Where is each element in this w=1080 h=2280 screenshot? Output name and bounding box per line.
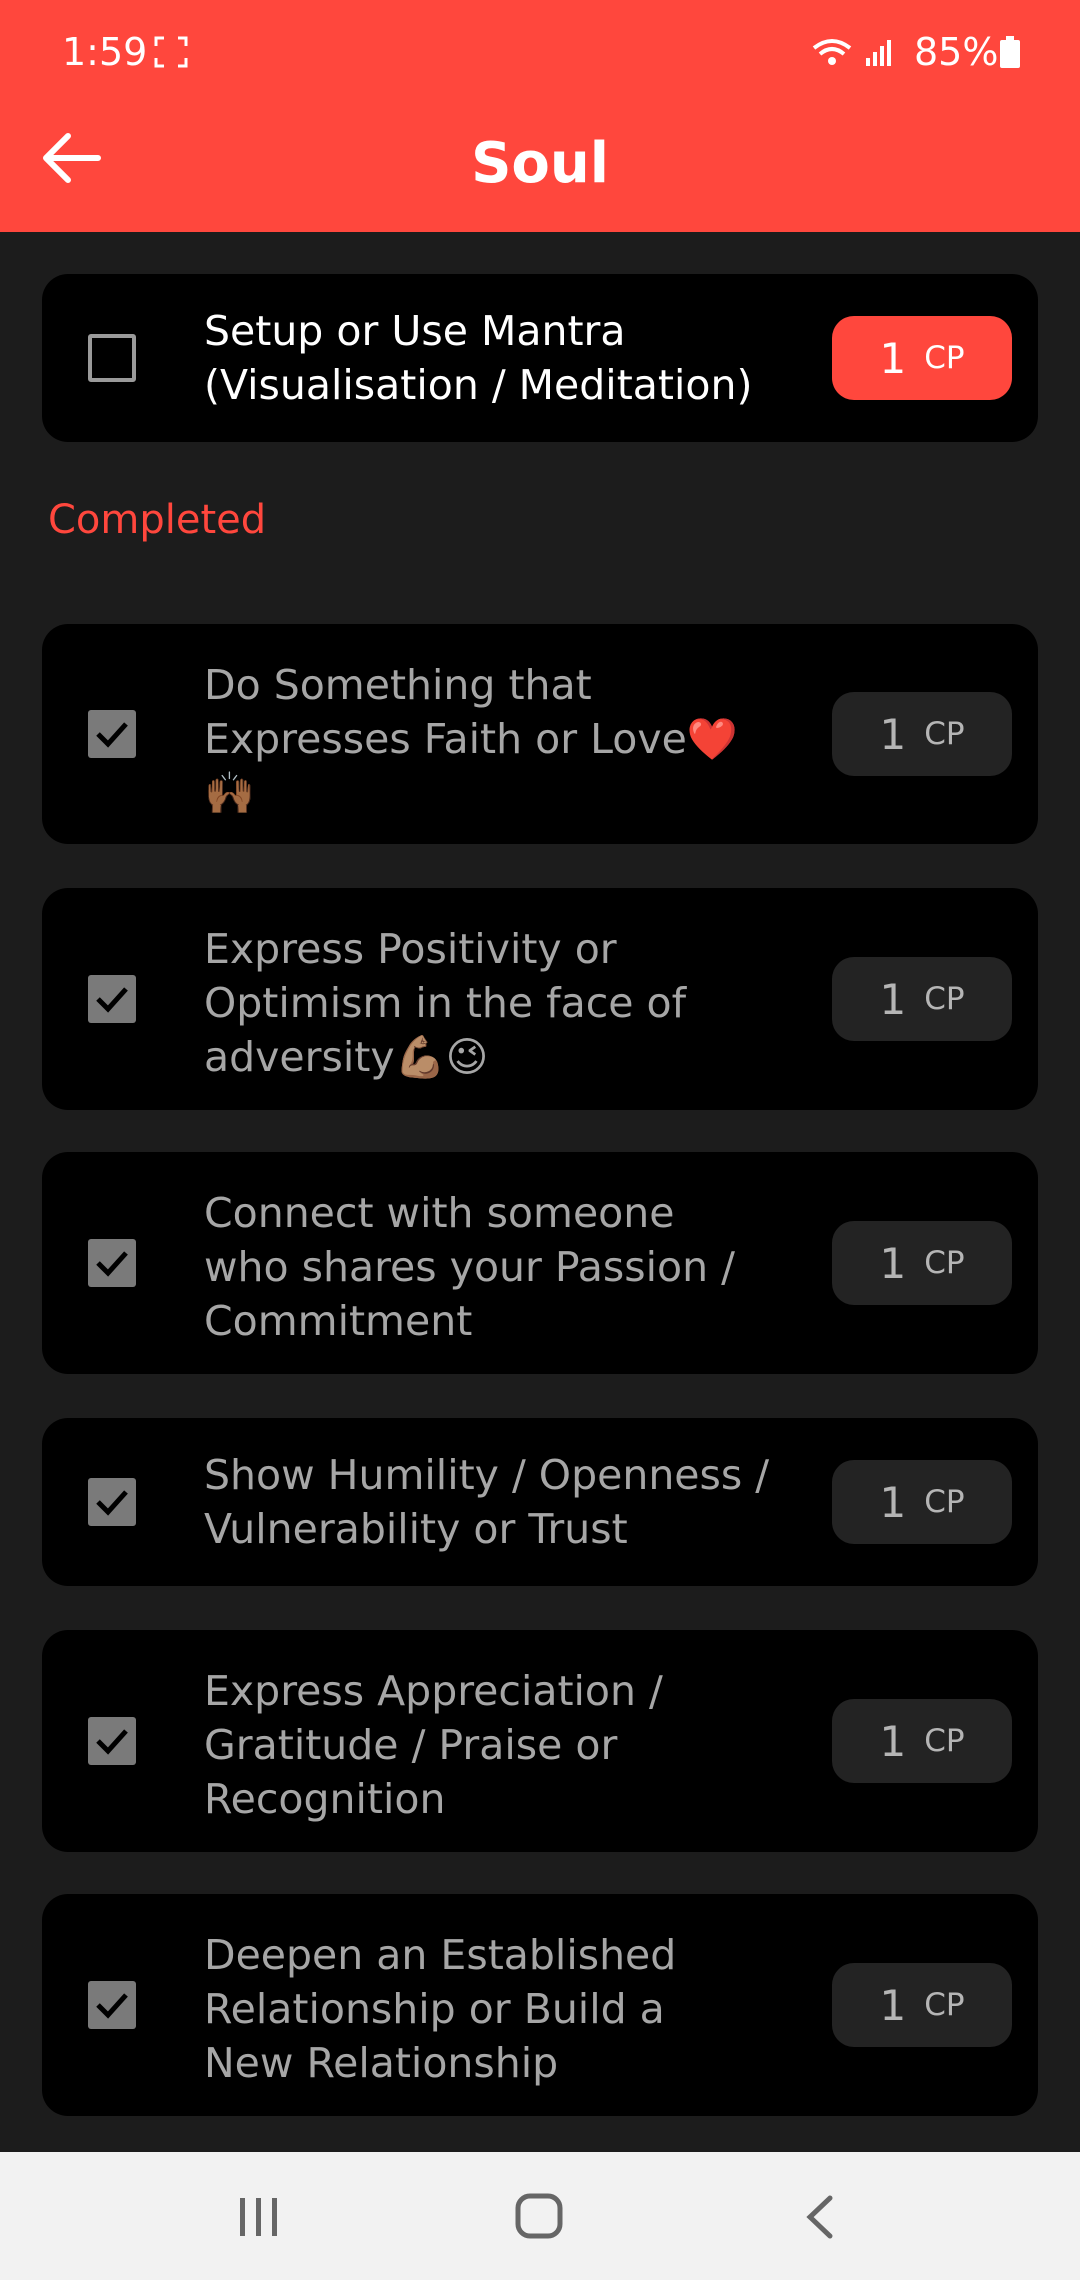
points-unit: CP — [924, 981, 965, 1017]
points-value: 1 — [879, 1980, 907, 2030]
task-checkbox[interactable] — [88, 1981, 136, 2029]
task-checkbox[interactable] — [88, 710, 136, 758]
task-label: Express Positivity or Optimism in the fa… — [204, 925, 687, 1081]
task-label: Connect with someone who shares your Pas… — [204, 1189, 735, 1345]
task-checkbox[interactable] — [88, 1717, 136, 1765]
page-title: Soul — [471, 131, 609, 196]
task-label: Do Something that Expresses Faith or Lov… — [204, 661, 738, 817]
task-checkbox[interactable] — [88, 334, 136, 382]
task-card-completed[interactable]: Do Something that Expresses Faith or Lov… — [42, 624, 1038, 844]
screenshot-icon — [154, 36, 188, 68]
task-label: Show Humility / Openness / Vulnerability… — [204, 1451, 770, 1553]
points-unit: CP — [924, 1245, 965, 1281]
status-time: 1:59 — [62, 30, 148, 74]
signal-icon — [866, 40, 891, 66]
task-card-pending[interactable]: Setup or Use Mantra (Visualisation / Med… — [42, 274, 1038, 442]
system-navigation-bar — [0, 2152, 1080, 2280]
points-badge: 1 CP — [832, 1460, 1012, 1544]
task-label: Deepen an Established Relationship or Bu… — [204, 1931, 677, 2087]
points-badge: 1 CP — [832, 692, 1012, 776]
wifi-icon — [812, 39, 852, 65]
points-badge: 1 CP — [832, 1221, 1012, 1305]
points-unit: CP — [924, 1987, 965, 2023]
points-badge: 1 CP — [832, 1963, 1012, 2047]
task-card-completed[interactable]: Deepen an Established Relationship or Bu… — [42, 1894, 1038, 2116]
task-card-completed[interactable]: Express Appreciation / Gratitude / Prais… — [42, 1630, 1038, 1852]
points-value: 1 — [879, 1477, 907, 1527]
home-icon[interactable] — [512, 2192, 568, 2242]
points-value: 1 — [879, 1716, 907, 1766]
points-unit: CP — [924, 340, 965, 376]
battery-icon — [1000, 36, 1020, 68]
check-icon — [96, 1729, 128, 1755]
recent-apps-icon[interactable] — [234, 2194, 284, 2240]
points-badge: 1 CP — [832, 957, 1012, 1041]
battery-percent: 85% — [914, 30, 999, 74]
task-card-completed[interactable]: Express Positivity or Optimism in the fa… — [42, 888, 1038, 1110]
task-label: Setup or Use Mantra (Visualisation / Med… — [204, 307, 753, 409]
task-card-completed[interactable]: Connect with someone who shares your Pas… — [42, 1152, 1038, 1374]
points-badge: 1 CP — [832, 316, 1012, 400]
task-label: Express Appreciation / Gratitude / Prais… — [204, 1667, 663, 1823]
completed-section-label: Completed — [48, 497, 267, 543]
points-value: 1 — [879, 709, 907, 759]
task-checkbox[interactable] — [88, 1478, 136, 1526]
points-badge: 1 CP — [832, 1699, 1012, 1783]
check-icon — [96, 1993, 128, 2019]
check-icon — [96, 1490, 128, 1516]
points-unit: CP — [924, 716, 965, 752]
task-checkbox[interactable] — [88, 975, 136, 1023]
points-value: 1 — [879, 974, 907, 1024]
check-icon — [96, 722, 128, 748]
points-value: 1 — [879, 1238, 907, 1288]
task-card-completed[interactable]: Show Humility / Openness / Vulnerability… — [42, 1418, 1038, 1586]
check-icon — [96, 1251, 128, 1277]
task-checkbox[interactable] — [88, 1239, 136, 1287]
system-back-icon[interactable] — [800, 2194, 840, 2240]
check-icon — [96, 987, 128, 1013]
points-unit: CP — [924, 1723, 965, 1759]
app-header: 1:59 85% Soul — [0, 0, 1080, 232]
points-value: 1 — [879, 333, 907, 383]
points-unit: CP — [924, 1484, 965, 1520]
